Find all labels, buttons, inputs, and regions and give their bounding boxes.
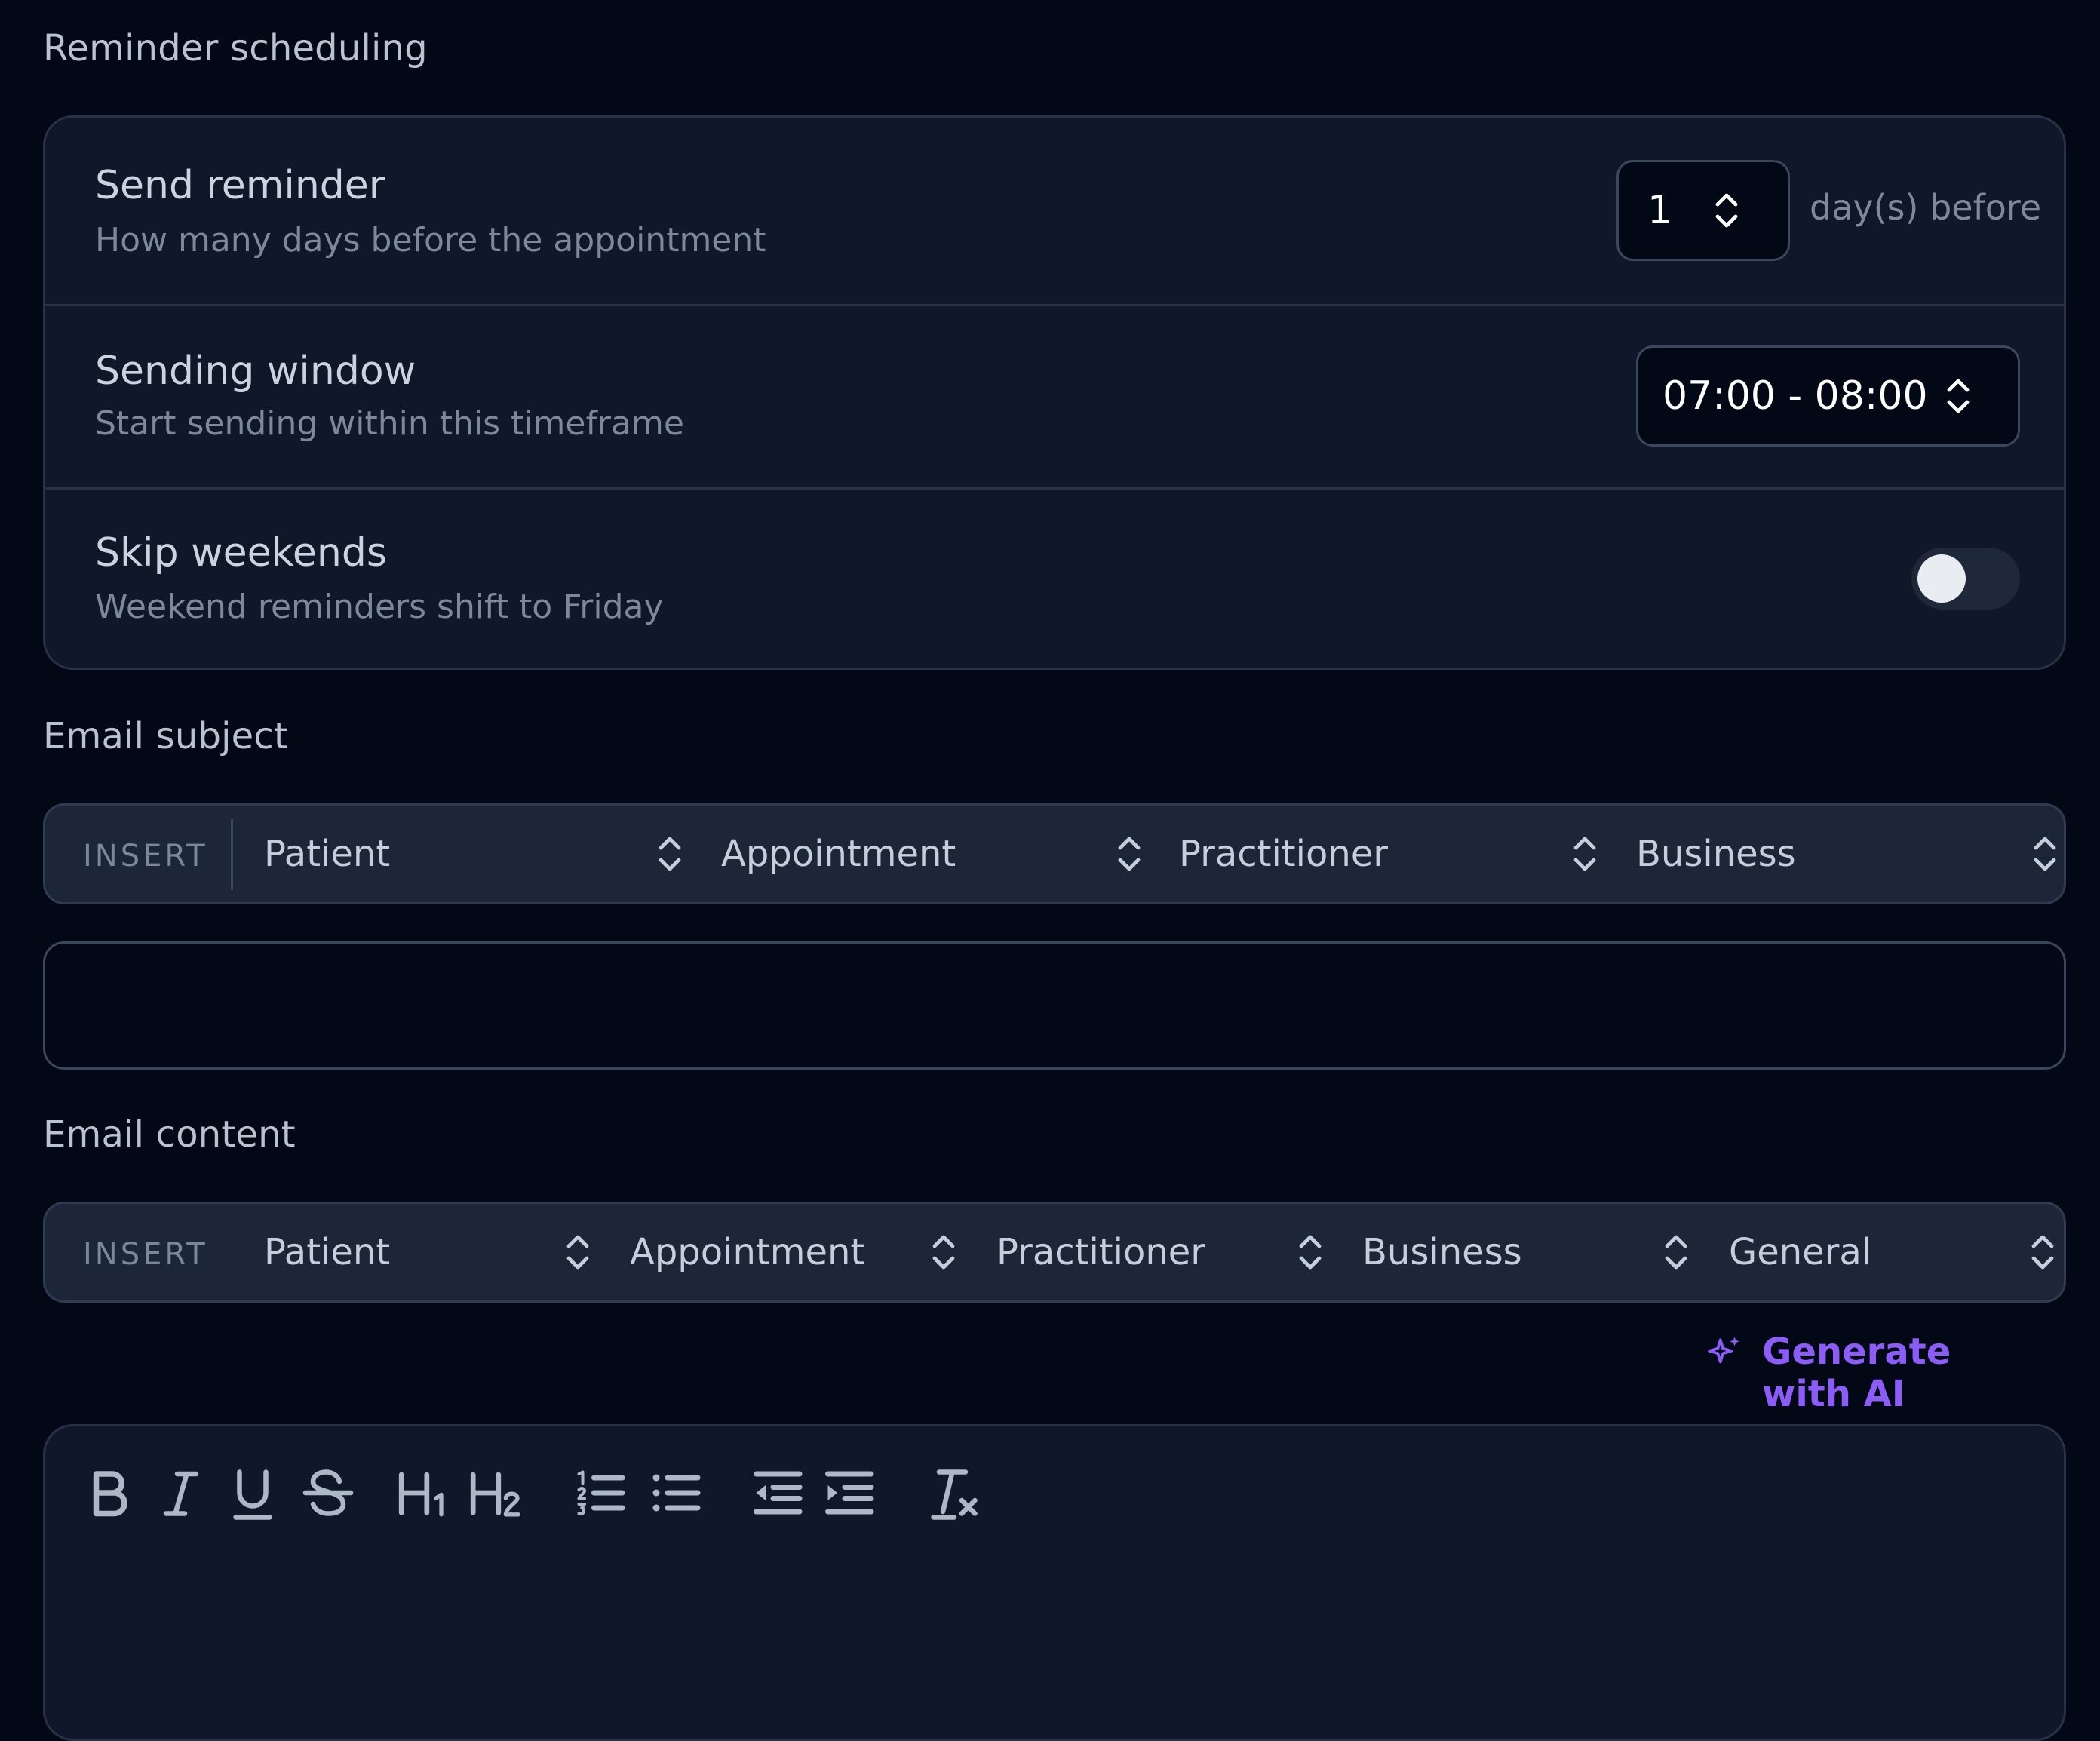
send-reminder-row: Send reminder How many days before the a… [45, 118, 2064, 304]
days-before-suffix: day(s) before [1810, 187, 2042, 228]
clear-format-icon[interactable] [928, 1463, 981, 1523]
insert-business-select[interactable]: Business [1636, 806, 2066, 902]
insert-business-select[interactable]: Business [1362, 1204, 1694, 1300]
skip-weekends-title: Skip weekends [95, 530, 387, 576]
section-title-email-content: Email content [43, 1113, 296, 1156]
insert-business-label: Business [1362, 1231, 1522, 1273]
insert-divider [231, 819, 233, 890]
chevron-up-down-icon [2030, 834, 2060, 874]
editor-body[interactable] [45, 1555, 2064, 1675]
bold-icon[interactable] [87, 1463, 132, 1523]
insert-business-label: Business [1636, 833, 1796, 875]
italic-icon[interactable] [158, 1463, 204, 1523]
insert-practitioner-label: Practitioner [996, 1231, 1206, 1273]
section-title-email-subject: Email subject [43, 715, 289, 757]
editor-toolbar [45, 1426, 2064, 1555]
subject-insert-bar: INSERT Patient Appointment Practitioner … [43, 803, 2066, 904]
reminder-settings-page: Reminder scheduling Send reminder How ma… [0, 0, 2100, 1741]
insert-appointment-select[interactable]: Appointment [630, 1204, 962, 1300]
ordered-list-icon[interactable] [573, 1463, 626, 1523]
insert-general-label: General [1729, 1231, 1872, 1273]
days-before-stepper[interactable]: 1 [1616, 160, 1790, 261]
content-insert-bar: INSERT Patient Appointment Practitioner … [43, 1202, 2066, 1303]
insert-practitioner-select[interactable]: Practitioner [996, 1204, 1328, 1300]
skip-weekends-description: Weekend reminders shift to Friday [95, 588, 664, 626]
chevron-up-down-icon [1943, 376, 1973, 416]
email-subject-input[interactable] [43, 941, 2066, 1070]
insert-patient-select[interactable]: Patient [264, 1204, 596, 1300]
chevron-up-down-icon [1570, 834, 1600, 874]
section-title-scheduling: Reminder scheduling [43, 27, 428, 69]
heading-1-icon[interactable] [396, 1463, 450, 1523]
underline-icon[interactable] [230, 1463, 275, 1523]
insert-appointment-label: Appointment [721, 833, 956, 875]
heading-2-icon[interactable] [468, 1463, 522, 1523]
sending-window-title: Sending window [95, 349, 416, 394]
sparkles-icon [1706, 1334, 1744, 1371]
insert-general-select[interactable]: General [1729, 1204, 2061, 1300]
outdent-icon[interactable] [751, 1463, 803, 1523]
send-reminder-title: Send reminder [95, 163, 385, 208]
chevron-up-down-icon [1712, 191, 1742, 230]
sending-window-row: Sending window Start sending within this… [45, 304, 2064, 487]
chevron-up-down-icon [1661, 1233, 1691, 1272]
chevron-up-down-icon [929, 1233, 959, 1272]
insert-practitioner-label: Practitioner [1179, 833, 1389, 875]
strikethrough-icon[interactable] [302, 1463, 355, 1523]
insert-label: INSERT [83, 1237, 208, 1272]
generate-with-ai-button[interactable]: Generate with AI [1706, 1329, 2038, 1415]
bullet-list-icon[interactable] [649, 1463, 702, 1523]
sending-window-description: Start sending within this timeframe [95, 404, 684, 443]
skip-weekends-row: Skip weekends Weekend reminders shift to… [45, 487, 2064, 670]
days-before-value: 1 [1647, 188, 1673, 233]
insert-appointment-select[interactable]: Appointment [721, 806, 1151, 902]
skip-weekends-toggle[interactable] [1911, 548, 2020, 610]
send-reminder-description: How many days before the appointment [95, 221, 766, 259]
chevron-up-down-icon [1295, 1233, 1325, 1272]
insert-appointment-label: Appointment [630, 1231, 865, 1273]
indent-icon[interactable] [822, 1463, 875, 1523]
sending-window-select[interactable]: 07:00 - 08:00 [1636, 345, 2020, 447]
chevron-up-down-icon [2028, 1233, 2058, 1272]
email-content-editor [43, 1424, 2066, 1741]
generate-with-ai-label: Generate with AI [1762, 1331, 1951, 1415]
insert-patient-label: Patient [264, 1231, 391, 1273]
sending-window-value: 07:00 - 08:00 [1662, 373, 1928, 419]
toggle-knob [1917, 554, 1966, 603]
insert-patient-select[interactable]: Patient [264, 806, 694, 902]
scheduling-card: Send reminder How many days before the a… [43, 115, 2066, 670]
chevron-up-down-icon [1114, 834, 1144, 874]
chevron-up-down-icon [655, 834, 685, 874]
insert-practitioner-select[interactable]: Practitioner [1179, 806, 1609, 902]
chevron-up-down-icon [563, 1233, 593, 1272]
insert-label: INSERT [83, 839, 208, 874]
insert-patient-label: Patient [264, 833, 391, 875]
